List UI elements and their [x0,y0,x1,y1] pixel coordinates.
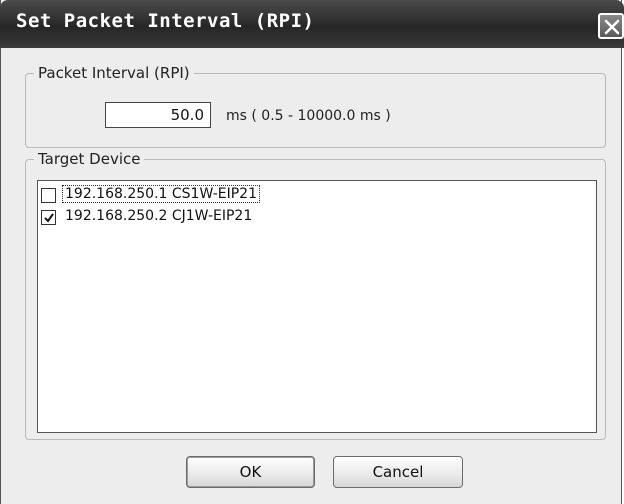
title-bar: Set Packet Interval (RPI) [0,0,624,48]
close-icon [604,19,620,35]
device-2-label: 192.168.250.2 CJ1W-EIP21 [65,208,253,224]
rpi-unit-range: ms ( 0.5 - 10000.0 ms ) [226,108,391,124]
packet-interval-legend: Packet Interval (RPI) [38,64,190,82]
rpi-value-input[interactable] [105,102,211,128]
target-device-legend: Target Device [38,150,141,168]
device-row-2[interactable]: 192.168.250.2 CJ1W-EIP21 [41,207,441,227]
close-button[interactable] [598,13,624,39]
target-device-list[interactable]: 192.168.250.1 CS1W-EIP21 192.168.250.2 C… [37,180,597,433]
device-1-label: 192.168.250.1 CS1W-EIP21 [61,185,261,203]
device-1-checkbox[interactable] [41,188,56,203]
ok-button[interactable]: OK [186,456,315,488]
dialog-title: Set Packet Interval (RPI) [16,10,315,32]
device-row-1[interactable]: 192.168.250.1 CS1W-EIP21 [41,185,441,205]
device-2-checkbox[interactable] [41,210,56,225]
checkmark-icon [44,213,54,223]
cancel-button[interactable]: Cancel [333,456,463,488]
